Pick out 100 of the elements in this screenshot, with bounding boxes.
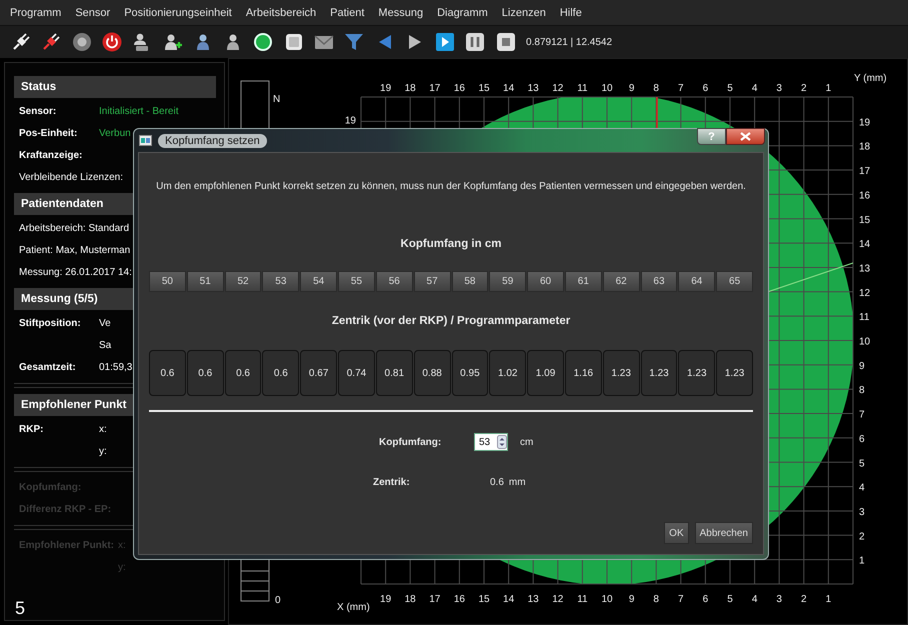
number-field[interactable]: 53 [474, 433, 508, 451]
menu-item[interactable]: Hilfe [552, 4, 589, 20]
menu-item[interactable]: Lizenzen [494, 4, 553, 20]
size-button[interactable]: 64 [678, 271, 716, 292]
axis-tick-label: 3 [776, 83, 782, 94]
play-icon[interactable] [435, 32, 456, 52]
field-label: Gesamtzeit: [19, 361, 77, 375]
close-button[interactable] [726, 128, 765, 145]
menu-item[interactable]: Positionierungseinheit [117, 4, 239, 20]
axis-tick-label: 10 [601, 83, 613, 94]
field-label: Kopfumfang: [379, 436, 442, 448]
size-button[interactable]: 56 [376, 271, 413, 292]
disc-icon[interactable] [72, 32, 92, 52]
axis-tick-label: 7 [859, 410, 865, 421]
field-label: Zentrik: [373, 477, 411, 488]
parameter-cell: 0.81 [376, 350, 413, 396]
axis-tick-label: 14 [859, 239, 870, 250]
size-button[interactable]: 55 [338, 271, 375, 292]
size-button[interactable]: 53 [262, 271, 300, 292]
size-button[interactable]: 65 [716, 271, 753, 292]
axis-tick-label: 15 [478, 83, 490, 94]
axis-tick-label: 14 [503, 594, 514, 605]
axis-tick-label: 3 [776, 594, 782, 605]
size-button[interactable]: 63 [640, 271, 678, 292]
info-text: Arbeitsbereich: Standard [19, 222, 130, 236]
scale-label: N [273, 94, 280, 105]
size-button[interactable]: 57 [414, 271, 450, 292]
axis-tick-label: 4 [859, 482, 865, 494]
axis-tick-label: 13 [528, 594, 539, 605]
parameter-cell: 1.23 [716, 350, 753, 396]
section-header: Status [14, 76, 216, 98]
field-label: Pos-Einheit: [19, 127, 78, 141]
size-button[interactable]: 50 [149, 271, 186, 292]
person-add-icon[interactable] [162, 32, 182, 52]
parameter-cell: 0.6 [224, 350, 262, 396]
parameter-cell: 1.23 [678, 350, 716, 396]
axis-tick-label: 17 [859, 166, 870, 178]
axis-tick-label: 4 [752, 594, 758, 605]
size-button[interactable]: 52 [224, 271, 262, 292]
menu-item[interactable]: Diagramm [430, 4, 495, 20]
axis-tick-label: 6 [702, 594, 708, 605]
menu-item[interactable]: Messung [371, 4, 430, 20]
parameter-cell: 0.95 [452, 350, 488, 396]
section-heading: Zentrik (vor der RKP) / Programmparameter [330, 314, 572, 328]
axis-tick-label: 15 [478, 594, 490, 605]
axis-tick-label: 8 [859, 385, 865, 396]
size-button[interactable]: 59 [489, 271, 526, 292]
unit-label: mm [508, 477, 526, 488]
axis-tick-label: 18 [404, 594, 416, 605]
dialog-title: Kopfumfang setzen [158, 134, 267, 148]
parameter-cell: 1.16 [564, 350, 602, 396]
axis-tick-label: 18 [859, 142, 870, 153]
axis-tick-label: 13 [528, 83, 539, 94]
pause-icon[interactable] [465, 32, 486, 52]
plug-icon[interactable] [41, 32, 62, 52]
size-button[interactable]: 51 [186, 271, 224, 292]
dialog-button[interactable]: Abbrechen [694, 522, 753, 544]
dialog-button[interactable]: OK [664, 522, 689, 544]
axis-tick-label: 5 [859, 458, 865, 470]
axis-tick-label: 2 [859, 531, 865, 542]
size-button[interactable]: 58 [452, 271, 488, 292]
axis-tick-label: 3 [859, 506, 865, 518]
axis-tick-label: 9 [628, 594, 634, 605]
size-button[interactable]: 61 [564, 271, 602, 292]
axis-tick-label: 15 [859, 214, 870, 226]
funnel-icon[interactable] [344, 32, 364, 52]
size-button[interactable]: 62 [602, 271, 640, 292]
field-label: Sensor: [19, 105, 58, 119]
parameter-cell: 1.23 [602, 350, 640, 396]
axis-tick-label: 4 [752, 83, 758, 94]
size-button[interactable]: 60 [527, 271, 564, 292]
unit-label: cm [520, 436, 534, 448]
menu-item[interactable]: Arbeitsbereich [238, 4, 324, 20]
axis-tick-label: 12 [552, 594, 564, 605]
menu-item[interactable]: Patient [323, 4, 372, 20]
stop-icon[interactable] [496, 32, 516, 52]
axis-tick-label: 2 [801, 83, 807, 94]
menu-item[interactable]: Programm [3, 4, 68, 20]
axis-tick-label: 19 [380, 83, 392, 94]
field-value: x: [99, 423, 107, 437]
record-icon[interactable] [253, 32, 274, 52]
axis-tick-label: 7 [678, 83, 684, 94]
axis-tick-label: 11 [577, 83, 588, 94]
power-icon[interactable] [102, 32, 122, 52]
parameter-cell: 1.02 [489, 350, 526, 396]
parameter-cell: 0.6 [262, 350, 300, 396]
size-button[interactable]: 54 [300, 271, 338, 292]
parameter-cell: 0.88 [414, 350, 450, 396]
axis-tick-label: 5 [727, 594, 733, 605]
field-label: Stiftposition: [19, 317, 82, 331]
menu-item[interactable]: Sensor [68, 4, 118, 20]
axis-tick-label: 17 [429, 83, 440, 94]
axis-tick-label: 12 [552, 83, 564, 94]
field-label: RKP: [19, 423, 44, 437]
axis-tick-label: 10 [859, 336, 870, 348]
axis-tick-label: 16 [454, 83, 465, 94]
stepper-icon[interactable] [497, 435, 507, 449]
square-icon[interactable] [284, 32, 304, 52]
plug-icon[interactable] [11, 32, 31, 52]
axis-tick-label: 16 [859, 190, 870, 202]
